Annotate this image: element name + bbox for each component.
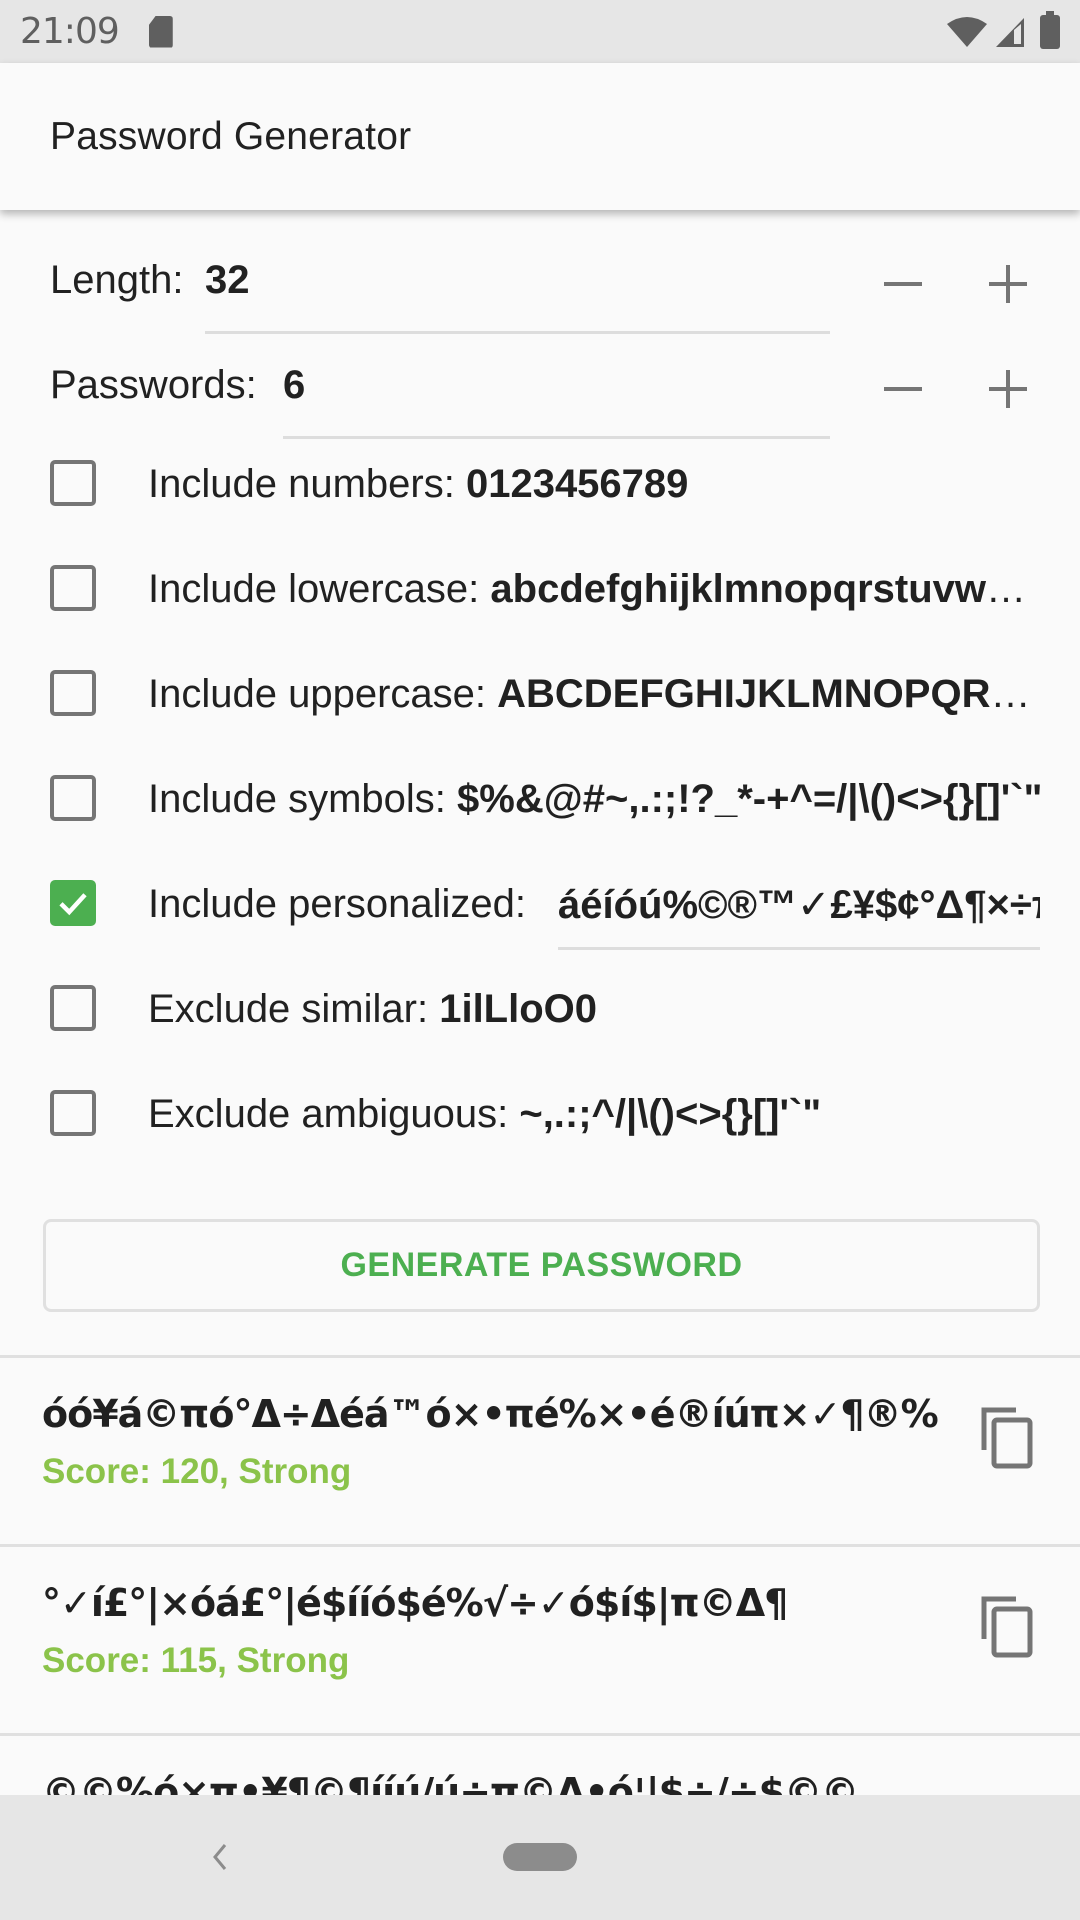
navigation-bar [0, 1795, 1080, 1920]
option-label: Exclude similar: [148, 987, 440, 1031]
password-text[interactable]: °✓í£°|×óá£°|é$ííó$é%√÷✓ó$í$|π©Δ¶ [42, 1581, 788, 1625]
password-result-item: °✓í£°|×óá£°|é$ííó$é%√÷✓ó$í$|π©Δ¶ Score: … [0, 1547, 1080, 1733]
option-label: Include uppercase: [148, 672, 498, 716]
status-time: 21:09 [20, 11, 120, 52]
minus-icon [884, 282, 922, 286]
option-charset: $%&@#~,.:;!?_*-+^=/|\()<>{}[]'`" [457, 777, 1040, 821]
include-personalized-checkbox[interactable] [50, 880, 96, 926]
password-text[interactable]: óó¥á©πó°Δ÷Δéá™ó×•πé%×•é®íúπ×✓¶®% [42, 1392, 939, 1436]
password-score: Score: 115, Strong [42, 1641, 350, 1680]
length-increment-button[interactable] [978, 254, 1038, 314]
include-numbers-checkbox[interactable] [50, 460, 96, 506]
personalized-chars-input[interactable]: áéíóú%©®™✓£¥$¢°Δ¶×÷π [558, 882, 1040, 928]
option-include-personalized[interactable]: Include personalized: áéíóú%©®™✓£¥$¢°Δ¶×… [0, 840, 1080, 950]
app-title: Password Generator [50, 114, 412, 158]
minus-icon [884, 387, 922, 391]
copy-icon[interactable] [980, 1406, 1036, 1470]
generator-form: Length: 32 Passwords: 6 Include numbers:… [0, 210, 1080, 1155]
option-charset: 0123456789 [465, 462, 689, 506]
option-label: Include lowercase: [148, 567, 491, 611]
passwords-stepper: Passwords: 6 [0, 315, 1080, 439]
signal-icon [996, 17, 1024, 47]
length-input[interactable]: 32 [205, 258, 250, 303]
back-icon[interactable] [205, 1837, 235, 1877]
passwords-label: Passwords: [50, 363, 257, 407]
option-include-uppercase[interactable]: Include uppercase: ABCDEFGHIJKLMNOPQRSTU… [0, 630, 1080, 735]
battery-icon [1040, 10, 1060, 49]
wifi-icon [947, 16, 987, 47]
include-numbers-text: Include numbers: 0123456789 [148, 462, 688, 507]
option-label: Include symbols: [148, 777, 458, 821]
option-label: Include numbers: [148, 462, 466, 506]
length-decrement-button[interactable] [873, 254, 933, 314]
option-include-numbers[interactable]: Include numbers: 0123456789 [0, 420, 1080, 525]
exclude-ambiguous-checkbox[interactable] [50, 1090, 96, 1136]
include-symbols-text: Include symbols: $%&@#~,.:;!?_*-+^=/|\()… [148, 777, 1040, 822]
password-score: Score: 120, Strong [42, 1452, 352, 1491]
option-charset: abcdefghijklmnopqrstuvwxyz [490, 567, 1040, 611]
include-personalized-label: Include personalized: [148, 882, 527, 926]
sd-card-icon [148, 15, 173, 48]
passwords-input[interactable]: 6 [283, 363, 305, 408]
length-label: Length: [50, 258, 184, 302]
generate-password-button[interactable]: GENERATE PASSWORD [43, 1219, 1040, 1312]
include-uppercase-text: Include uppercase: ABCDEFGHIJKLMNOPQRSTU… [148, 672, 1040, 717]
copy-icon[interactable] [980, 1595, 1036, 1659]
exclude-ambiguous-text: Exclude ambiguous: ~,.:;^/|\()<>{}[]'`" [148, 1092, 821, 1137]
option-charset: 1ilLloO0 [439, 987, 598, 1031]
option-charset: ~,.:;^/|\()<>{}[]'`" [519, 1092, 822, 1136]
status-bar: 21:09 [0, 0, 1080, 63]
plus-icon-vertical [1006, 265, 1010, 303]
exclude-similar-text: Exclude similar: 1ilLloO0 [148, 987, 597, 1032]
option-exclude-similar[interactable]: Exclude similar: 1ilLloO0 [0, 945, 1080, 1050]
include-symbols-checkbox[interactable] [50, 775, 96, 821]
app-bar: Password Generator [0, 63, 1080, 210]
include-lowercase-checkbox[interactable] [50, 565, 96, 611]
home-pill-button[interactable] [503, 1843, 577, 1871]
passwords-increment-button[interactable] [978, 359, 1038, 419]
passwords-decrement-button[interactable] [873, 359, 933, 419]
length-stepper: Length: 32 [0, 210, 1080, 334]
plus-icon-vertical [1006, 370, 1010, 408]
option-include-symbols[interactable]: Include symbols: $%&@#~,.:;!?_*-+^=/|\()… [0, 735, 1080, 840]
include-uppercase-checkbox[interactable] [50, 670, 96, 716]
exclude-similar-checkbox[interactable] [50, 985, 96, 1031]
option-exclude-ambiguous[interactable]: Exclude ambiguous: ~,.:;^/|\()<>{}[]'`" [0, 1050, 1080, 1155]
option-charset: ABCDEFGHIJKLMNOPQRSTUVWXYZ [497, 672, 1040, 716]
password-result-item: óó¥á©πó°Δ÷Δéá™ó×•πé%×•é®íúπ×✓¶®% Score: … [0, 1358, 1080, 1544]
option-label: Exclude ambiguous: [148, 1092, 520, 1136]
status-icons [946, 10, 1060, 49]
include-lowercase-text: Include lowercase: abcdefghijklmnopqrstu… [148, 567, 1040, 612]
option-include-lowercase[interactable]: Include lowercase: abcdefghijklmnopqrstu… [0, 525, 1080, 630]
checkmark-icon [59, 893, 87, 916]
